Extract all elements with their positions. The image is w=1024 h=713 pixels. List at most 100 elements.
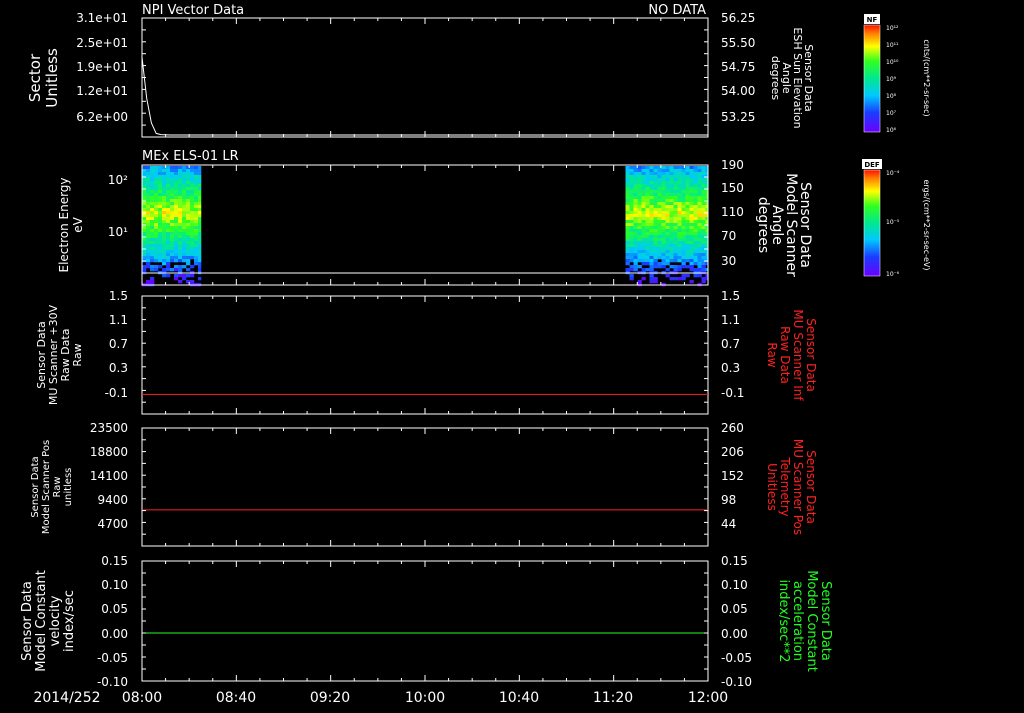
spectrogram-cell <box>653 232 658 236</box>
spectrogram-cell <box>629 211 634 215</box>
spectrogram-cell <box>653 205 658 209</box>
spectrogram-cell <box>629 184 634 188</box>
spectrogram-cell <box>689 247 694 251</box>
colorbar-unit: ergs/(cm**2-sr-sec-eV) <box>922 179 931 270</box>
spectrogram-cell <box>657 211 662 215</box>
left-axis-label-line: Model Constant <box>34 570 49 672</box>
spectrogram-cell <box>649 256 654 260</box>
spectrogram-cell <box>178 280 183 284</box>
spectrogram-cell <box>685 196 690 200</box>
spectrogram-cell <box>198 205 202 209</box>
spectrogram-cell <box>194 175 199 179</box>
left-axis-label-line: velocity <box>48 595 63 646</box>
spectrogram-cell <box>649 211 654 215</box>
spectrogram-cell <box>629 217 634 221</box>
spectrogram-cell <box>629 196 634 200</box>
spectrogram-cell <box>162 175 167 179</box>
left-axis-label: Sensor Data Model Scanner Pos Raw unitle… <box>30 440 74 534</box>
spectrogram-cell <box>641 166 646 170</box>
right-axis-label-line: degrees <box>769 56 782 101</box>
spectrogram-cell <box>162 181 167 185</box>
spectrogram-cell <box>142 238 147 242</box>
spectrogram-cell <box>146 217 151 221</box>
spectrogram-cell <box>166 214 171 218</box>
spectrogram-cell <box>182 184 187 188</box>
right-tick: 110 <box>721 205 744 219</box>
spectrogram-cell <box>637 217 642 221</box>
spectrogram-cell <box>685 193 690 197</box>
time-tick: 09:20 <box>310 690 350 706</box>
right-axis-label-line: MU Scanner Inf <box>791 309 805 401</box>
spectrogram-cell <box>170 235 175 239</box>
spectrogram-cell <box>182 175 187 179</box>
spectrogram-cell <box>669 241 674 245</box>
spectrogram-cell <box>665 169 670 173</box>
spectrogram-cell <box>629 190 634 194</box>
spectrogram-cell <box>182 232 187 236</box>
spectrogram-cell <box>170 190 175 194</box>
spectrogram-cell <box>657 220 662 224</box>
spectrogram-cell <box>637 199 642 203</box>
spectrogram-cell <box>641 235 646 239</box>
spectrogram-cell <box>673 181 678 185</box>
spectrogram-cell <box>677 268 682 272</box>
spectrogram-cell <box>665 220 670 224</box>
spectrogram-cell <box>669 169 674 173</box>
left-tick: 0.7 <box>109 337 128 351</box>
spectrogram-cell <box>677 253 682 257</box>
spectrogram-cell <box>629 199 634 203</box>
spectrogram-cell <box>689 235 694 239</box>
spectrogram-cell <box>681 223 686 227</box>
spectrogram-cell <box>158 232 163 236</box>
spectrogram-cell <box>162 238 167 242</box>
spectrogram-cell <box>685 253 690 257</box>
spectrogram-cell <box>649 262 654 266</box>
spectrogram-cell <box>693 175 698 179</box>
spectrogram-cell <box>162 220 167 224</box>
left-tick: 14100 <box>90 469 128 483</box>
left-tick: -0.10 <box>97 675 128 689</box>
spectrogram-cell <box>198 226 202 230</box>
spectrogram-cell <box>158 196 163 200</box>
spectrogram-cell <box>186 247 191 251</box>
spectrogram-cell <box>170 232 175 236</box>
spectrogram-cell <box>649 244 654 248</box>
spectrogram-cell <box>689 265 694 269</box>
spectrogram-cell <box>174 199 179 203</box>
spectrogram-cell <box>681 274 686 278</box>
spectrogram-cell <box>637 181 642 185</box>
spectrogram-cell <box>689 166 694 170</box>
spectrogram-cell <box>154 187 159 191</box>
spectrogram-cell <box>637 259 642 263</box>
colorbar-def: DEF 10⁻⁴ 10⁻⁵ 10⁻⁶ ergs/(cm**2-sr-sec-eV… <box>862 159 931 278</box>
left-axis-label-line: Sector <box>26 53 44 102</box>
spectrogram-cell <box>166 229 171 233</box>
spectrogram-cell <box>645 175 650 179</box>
spectrogram-cell <box>673 187 678 191</box>
left-tick: 10² <box>108 173 128 187</box>
spectrogram-cell <box>673 166 678 170</box>
spectrogram-cell <box>170 223 175 227</box>
spectrogram-cell <box>693 217 698 221</box>
spectrogram-cell <box>685 244 690 248</box>
spectrogram-cell <box>689 205 694 209</box>
spectrogram-cell <box>194 217 199 221</box>
spectrogram-cell <box>633 199 638 203</box>
spectrogram-cell <box>665 238 670 242</box>
left-tick: -0.05 <box>97 651 128 665</box>
spectrogram-cell <box>681 250 686 254</box>
spectrogram-cell <box>198 214 202 218</box>
spectrogram-cell <box>697 235 702 239</box>
spectrogram-cell <box>681 220 686 224</box>
spectrogram-cell <box>641 211 646 215</box>
spectrogram-cell <box>174 166 179 170</box>
spectrogram-cell <box>661 202 666 206</box>
panel-title-right: NO DATA <box>648 3 706 18</box>
spectrogram-cell <box>625 184 630 188</box>
colorbar-nf: NF 10¹² 10¹¹ 10¹⁰ 10⁹ 10⁸ 10⁷ 10⁶ cnts/(… <box>863 14 931 134</box>
spectrogram-cell <box>625 178 630 182</box>
spectrogram-cell <box>681 229 686 233</box>
left-axis-label-line: Sensor Data <box>20 581 35 661</box>
spectrogram-cell <box>681 187 686 191</box>
spectrogram-cell <box>170 250 175 254</box>
